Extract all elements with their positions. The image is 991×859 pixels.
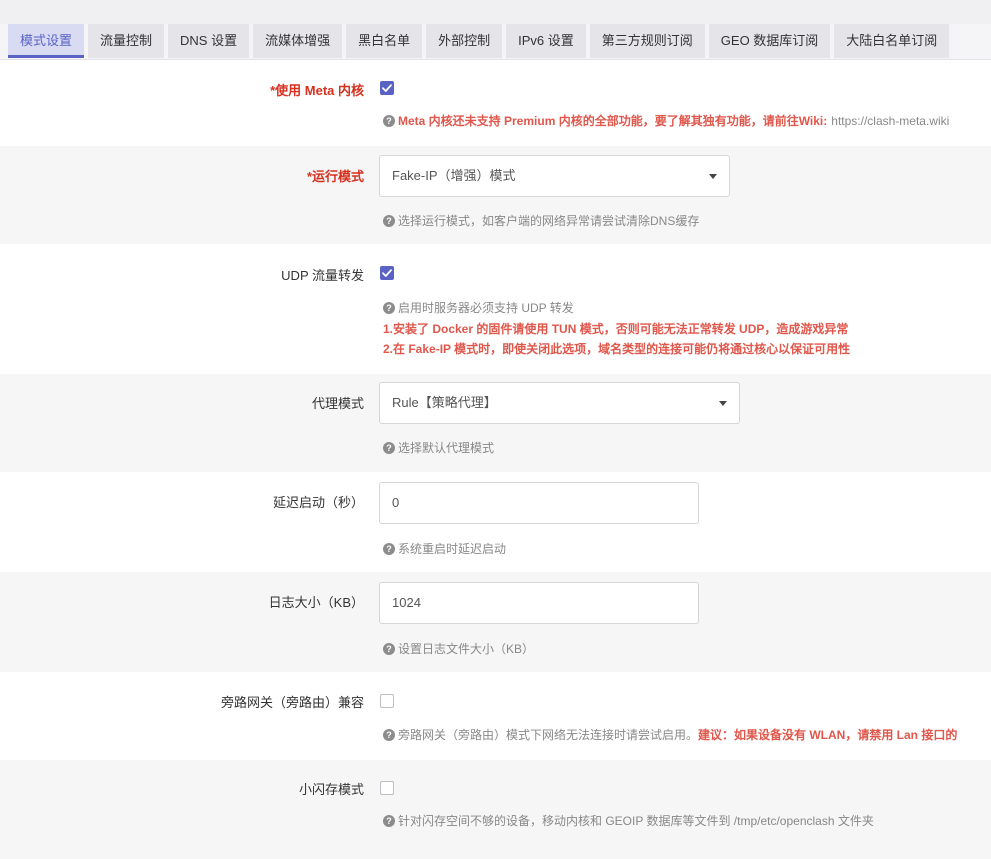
question-icon: ?: [383, 542, 395, 555]
proxy-mode-row: 代理模式 Rule【策略代理】 ? 选择默认代理模式: [0, 374, 991, 472]
delay-start-value: 0: [392, 495, 400, 510]
proxy-mode-help-text: 选择默认代理模式: [398, 441, 495, 455]
meta-core-label: *使用 Meta 内核: [270, 83, 364, 98]
tab-traffic-control[interactable]: 流量控制: [88, 24, 165, 58]
udp-forward-label: UDP 流量转发: [281, 268, 364, 283]
delay-start-help: ? 系统重启时延迟启动: [383, 540, 506, 557]
bypass-gateway-help-text: 旁路网关（旁路由）模式下网络无法连接时请尝试启用。: [398, 728, 699, 742]
proxy-mode-select[interactable]: Rule【策略代理】: [379, 382, 740, 424]
run-mode-row: *运行模式 Fake-IP（增强）模式 ? 选择运行模式，如客户端的网络异常请尝…: [0, 146, 991, 244]
delay-start-row: 延迟启动（秒） 0 ? 系统重启时延迟启动: [0, 472, 991, 572]
small-flash-help-text: 针对闪存空间不够的设备，移动内核和 GEOIP 数据库等文件到 /tmp/etc…: [398, 814, 874, 828]
check-icon: [382, 269, 392, 277]
log-size-value: 1024: [392, 595, 421, 610]
small-flash-help: ? 针对闪存空间不够的设备，移动内核和 GEOIP 数据库等文件到 /tmp/e…: [383, 812, 874, 829]
question-icon: ?: [383, 114, 395, 127]
bypass-gateway-warning: 建议：如果设备没有 WLAN，请禁用 Lan 接口的: [698, 728, 958, 742]
chevron-down-icon: [719, 401, 727, 406]
bypass-gateway-label: 旁路网关（旁路由）兼容: [220, 695, 364, 710]
tab-streaming-enhance[interactable]: 流媒体增强: [253, 24, 343, 58]
question-icon: ?: [383, 214, 395, 227]
meta-wiki-link[interactable]: https://clash-meta.wiki: [831, 114, 949, 128]
log-size-help: ? 设置日志文件大小（KB）: [383, 640, 534, 657]
tab-geo-database[interactable]: GEO 数据库订阅: [708, 24, 831, 58]
tab-mode-settings[interactable]: 模式设置: [8, 24, 85, 58]
bypass-gateway-row: 旁路网关（旁路由）兼容 ? 旁路网关（旁路由）模式下网络无法连接时请尝试启用。 …: [0, 672, 991, 760]
udp-warning-line-1: 1.安装了 Docker 的固件请使用 TUN 模式，否则可能无法正常转发 UD…: [383, 322, 849, 336]
meta-core-row: *使用 Meta 内核 ? Meta 内核还未支持 Premium 内核的全部功…: [0, 60, 991, 146]
run-mode-value: Fake-IP（增强）模式: [392, 168, 516, 183]
log-size-label: 日志大小（KB）: [268, 595, 364, 610]
question-icon: ?: [383, 441, 395, 454]
bypass-gateway-checkbox[interactable]: [380, 694, 394, 708]
tab-china-whitelist[interactable]: 大陆白名单订阅: [834, 24, 950, 58]
run-mode-help: ? 选择运行模式，如客户端的网络异常请尝试清除DNS缓存: [383, 212, 699, 229]
delay-start-input[interactable]: 0: [379, 482, 699, 524]
log-size-row: 日志大小（KB） 1024 ? 设置日志文件大小（KB）: [0, 572, 991, 672]
run-mode-help-text: 选择运行模式，如客户端的网络异常请尝试清除DNS缓存: [398, 214, 700, 228]
proxy-mode-value: Rule【策略代理】: [392, 395, 497, 410]
question-icon: ?: [383, 814, 395, 827]
small-flash-checkbox[interactable]: [380, 781, 394, 795]
top-bar: [0, 0, 991, 24]
meta-core-warning: Meta 内核还未支持 Premium 内核的全部功能，要了解其独有功能，请前往…: [398, 114, 828, 128]
settings-tabs: 模式设置 流量控制 DNS 设置 流媒体增强 黑白名单 外部控制 IPv6 设置…: [0, 24, 991, 60]
tab-black-white-list[interactable]: 黑白名单: [346, 24, 423, 58]
chevron-down-icon: [709, 174, 717, 179]
check-icon: [382, 84, 392, 92]
log-size-input[interactable]: 1024: [379, 582, 699, 624]
small-flash-row: 小闪存模式 ? 针对闪存空间不够的设备，移动内核和 GEOIP 数据库等文件到 …: [0, 760, 991, 859]
meta-core-checkbox[interactable]: [380, 81, 394, 95]
udp-warning-line-2: 2.在 Fake-IP 模式时，即使关闭此选项，域名类型的连接可能仍将通过核心以…: [383, 342, 851, 356]
run-mode-select[interactable]: Fake-IP（增强）模式: [379, 155, 730, 197]
tab-ipv6-settings[interactable]: IPv6 设置: [506, 24, 586, 58]
udp-forward-help: ? 启用时服务器必须支持 UDP 转发: [383, 299, 574, 316]
udp-forward-help-text: 启用时服务器必须支持 UDP 转发: [398, 301, 574, 315]
tab-external-control[interactable]: 外部控制: [426, 24, 503, 58]
udp-forward-checkbox[interactable]: [380, 266, 394, 280]
small-flash-label: 小闪存模式: [298, 782, 364, 797]
proxy-mode-help: ? 选择默认代理模式: [383, 439, 494, 456]
udp-forward-row: UDP 流量转发 ? 启用时服务器必须支持 UDP 转发 1.安装了 Docke…: [0, 244, 991, 374]
question-icon: ?: [383, 728, 395, 741]
question-icon: ?: [383, 301, 395, 314]
run-mode-label: *运行模式: [306, 169, 364, 184]
tab-third-party-rules[interactable]: 第三方规则订阅: [589, 24, 705, 58]
tab-dns-settings[interactable]: DNS 设置: [168, 24, 250, 58]
proxy-mode-label: 代理模式: [311, 396, 364, 411]
question-icon: ?: [383, 642, 395, 655]
log-size-help-text: 设置日志文件大小（KB）: [398, 642, 535, 656]
delay-start-help-text: 系统重启时延迟启动: [398, 542, 507, 556]
delay-start-label: 延迟启动（秒）: [272, 495, 364, 510]
meta-core-help: ? Meta 内核还未支持 Premium 内核的全部功能，要了解其独有功能，请…: [383, 112, 949, 129]
bypass-gateway-help: ? 旁路网关（旁路由）模式下网络无法连接时请尝试启用。 建议：如果设备没有 WL…: [383, 726, 957, 743]
